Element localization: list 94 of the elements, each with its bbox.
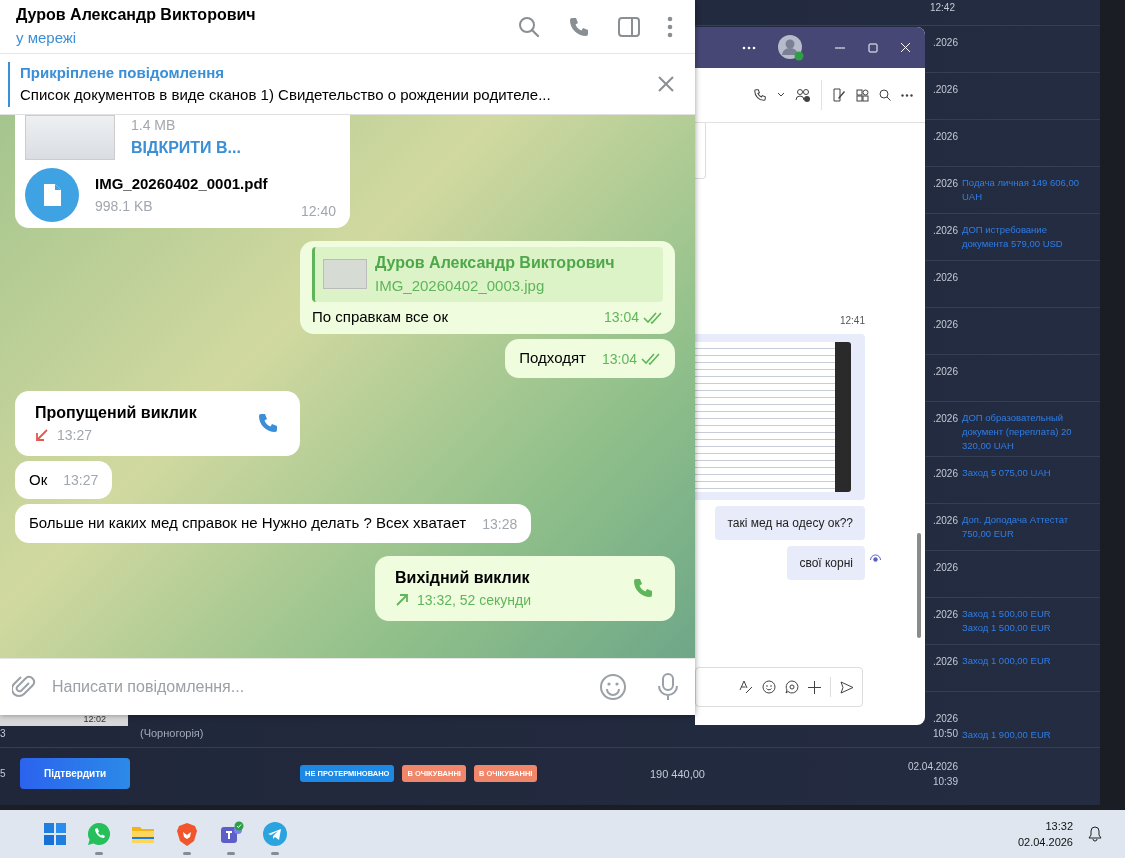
table-cell-text: .2026 — [932, 514, 958, 529]
row-number: 3 — [0, 728, 6, 740]
emoji-icon[interactable] — [762, 680, 776, 694]
table-cell-text: .2026 — [932, 365, 958, 379]
table-cell-text: .2026 — [932, 608, 958, 623]
table-cell-text: 10:50 — [932, 727, 958, 742]
note-link[interactable]: Заход 1 900,00 EUR — [962, 727, 1090, 742]
reply-quote[interactable]: Дуров Александр Викторович IMG_20260402_0003.jpg — [312, 247, 663, 302]
message-time: 13:04 — [601, 349, 637, 369]
call-title: Пропущений виклик — [35, 402, 198, 423]
message-text: Ок — [29, 469, 48, 490]
note-link[interactable]: Заход 1 500,00 EUR — [962, 607, 1090, 622]
emoji-icon[interactable] — [599, 673, 627, 701]
message-time: 12:41 — [839, 314, 865, 328]
note-link[interactable]: Заход 5 075,00 UAH — [962, 466, 1090, 481]
more-icon[interactable] — [901, 93, 913, 97]
contact-name: Дуров Александр Викторович — [16, 5, 257, 26]
clock-time: 13:32 — [1045, 818, 1073, 834]
table-cell-text: 02.04.2026 — [907, 759, 958, 774]
table-cell-text: 10:39 — [932, 774, 958, 789]
send-icon[interactable] — [840, 680, 854, 694]
table-cell-text: .2026 — [932, 655, 958, 670]
image-thumbnail — [323, 259, 367, 290]
paper-plane-icon — [262, 821, 288, 847]
open-link[interactable]: ВІДКРИТИ В... — [131, 136, 241, 160]
message-time: 13:28 — [482, 514, 518, 534]
contact-status: у мережі — [16, 28, 78, 49]
clock-date: 02.04.2026 — [1017, 835, 1073, 850]
message-text: Больше ни каких мед справок не Нужно делать ? Всех хватает — [29, 513, 467, 533]
message-text: По справкам все ок — [312, 306, 448, 327]
chat-loop-icon[interactable] — [785, 680, 799, 694]
avatar-icon[interactable] — [778, 34, 804, 61]
note-link[interactable]: Доп. Доподача Аттестат 750,00 EUR — [962, 513, 1090, 541]
reply-text: IMG_20260402_0003.jpg — [375, 276, 546, 296]
document-thumbnail[interactable] — [25, 115, 115, 160]
table-cell: 190 440,00 — [649, 767, 705, 780]
call-time: 13:27 — [57, 425, 93, 445]
note-link[interactable]: Подача личная 149 606,00 UAH — [962, 176, 1090, 204]
message-time: 12:40 — [300, 202, 336, 221]
windows-logo-icon — [42, 821, 68, 847]
message-bubble: такі мед на одесу ок?? — [715, 506, 865, 540]
table-cell-text: .2026 — [932, 561, 958, 576]
document-scan-image[interactable] — [695, 342, 851, 492]
add-people-icon[interactable] — [795, 88, 811, 102]
more-icon[interactable] — [742, 45, 756, 50]
pinned-title[interactable]: Прикріплене повідомлення — [20, 61, 657, 84]
table-cell-text: .2026 — [932, 318, 958, 332]
file-size: 1.4 MB — [131, 116, 177, 135]
chevron-down-icon[interactable] — [777, 92, 785, 98]
table-cell: (Чорногорія) — [140, 726, 204, 739]
pinned-text[interactable]: Список документов в виде сканов 1) Свидетельство о рождении родителе... — [20, 84, 657, 107]
table-cell-text: .2026 — [932, 130, 958, 144]
edit-icon[interactable] — [832, 88, 846, 102]
call-title: Вихідний виклик — [395, 567, 531, 588]
table-cell-text: .2026 — [932, 271, 958, 285]
message-bubble: свої корні — [787, 546, 865, 580]
file-name[interactable]: IMG_20260402_0001.pdf — [95, 173, 269, 196]
message-text: Подходят — [519, 348, 586, 368]
plus-icon[interactable] — [808, 680, 821, 694]
phone-icon[interactable] — [753, 88, 767, 102]
table-cell-text: .2026 — [932, 712, 958, 727]
message-time: 13:27 — [63, 471, 99, 490]
notification-bell-icon[interactable] — [1087, 826, 1103, 842]
reply-author: Дуров Александр Викторович — [375, 253, 615, 273]
note-link[interactable]: Заход 1 500,00 EUR — [962, 621, 1090, 635]
table-cell-text: .2026 — [932, 412, 958, 426]
image-message[interactable] — [695, 334, 865, 500]
chat-bubble-icon — [86, 821, 112, 847]
table-cell-text: .2026 — [932, 177, 958, 191]
file-icon[interactable] — [25, 168, 79, 222]
sidebar-toggle-icon[interactable] — [617, 15, 641, 38]
confirm-button[interactable]: Підтвердити — [20, 758, 131, 790]
table-cell-text: .2026 — [932, 467, 958, 482]
row-number: 5 — [0, 768, 6, 780]
search-icon[interactable] — [879, 89, 891, 101]
table-cell-text: .2026 — [932, 224, 958, 238]
table-cell-text: .2026 — [932, 83, 958, 97]
table-cell-text: .2026 — [932, 36, 958, 50]
note-link[interactable]: ДОП образовательный документ (переплата) 20 320,00 UAH — [962, 411, 1090, 453]
format-icon[interactable] — [739, 680, 753, 694]
maximize-icon[interactable] — [868, 42, 878, 53]
file-size: 998.1 KB — [95, 196, 154, 216]
microphone-icon[interactable] — [657, 673, 679, 701]
note-link[interactable]: Заход 1 000,00 EUR — [962, 654, 1090, 669]
call-time: 13:32, 52 секунди — [417, 590, 532, 610]
table-cell-text: 12:42 — [929, 1, 955, 15]
shield-icon — [174, 821, 200, 847]
message-time: 13:04 — [603, 308, 639, 327]
paperclip-icon[interactable] — [12, 674, 36, 700]
message-input[interactable]: Написати повідомлення... — [50, 674, 585, 700]
apps-icon[interactable] — [856, 88, 869, 102]
scrollbar-thumb[interactable] — [917, 533, 921, 638]
clock[interactable]: 13:32 02.04.2026 — [1017, 817, 1073, 851]
note-link[interactable]: ДОП истребование документа 579,00 USD — [962, 223, 1090, 251]
